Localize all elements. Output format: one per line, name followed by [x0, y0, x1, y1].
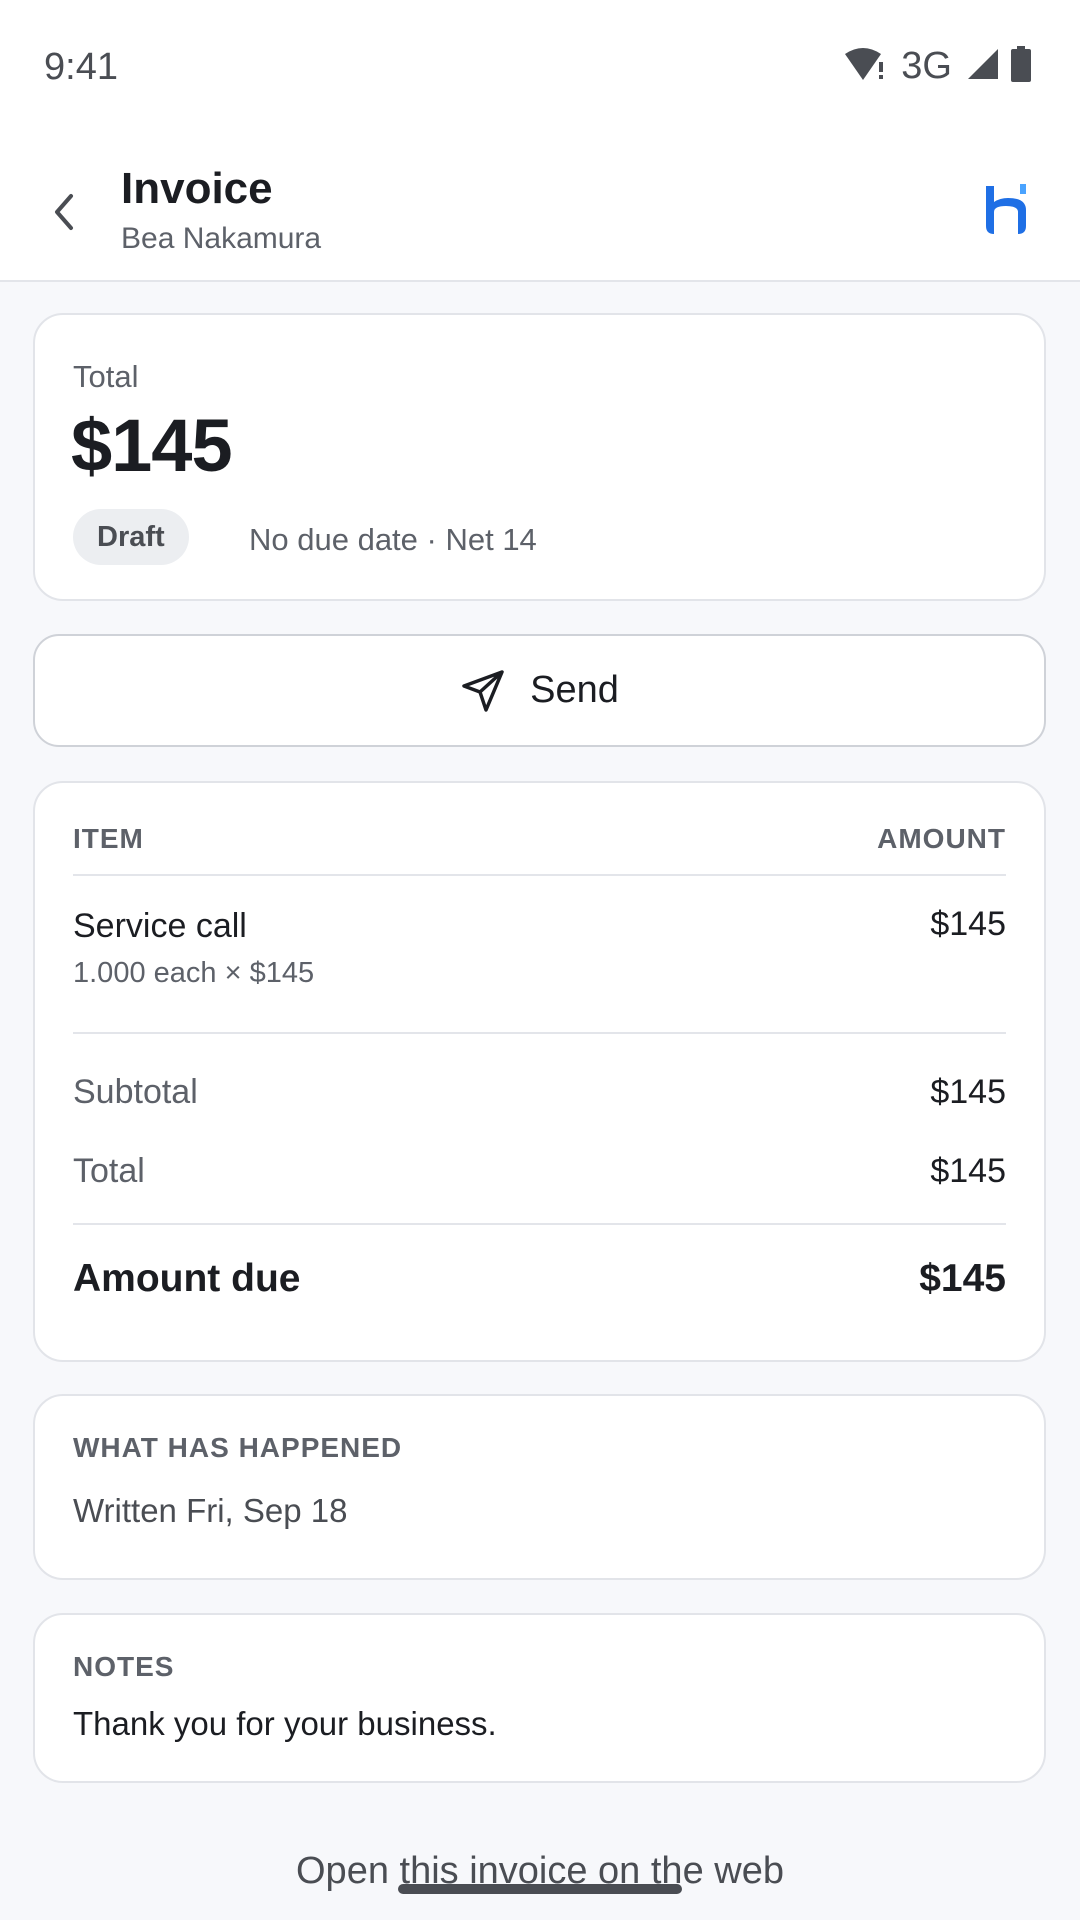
history-card: WHAT HAS HAPPENED Written Fri, Sep 18: [33, 1394, 1046, 1580]
line-items-card: ITEM AMOUNT Service call 1.000 each × $1…: [33, 781, 1046, 1362]
back-button[interactable]: [36, 184, 92, 240]
notes-text: Thank you for your business.: [73, 1705, 497, 1742]
network-type: 3G: [901, 44, 952, 87]
amount-due-label: Amount due: [73, 1257, 301, 1300]
divider: [73, 1223, 1006, 1225]
send-button-label: Send: [530, 669, 619, 711]
status-time: 9:41: [44, 46, 118, 88]
app-bar: Invoice Bea Nakamura: [0, 136, 1080, 282]
divider: [73, 1032, 1006, 1034]
total-label: Total: [73, 359, 139, 394]
cell-signal-icon: [966, 47, 1000, 86]
notes-card: NOTES Thank you for your business.: [33, 1613, 1046, 1783]
status-bar: 9:41 3G: [0, 0, 1080, 136]
page-title: Invoice: [121, 164, 273, 213]
chevron-left-icon: [55, 194, 73, 230]
customer-name: Bea Nakamura: [121, 222, 322, 255]
status-icons: 3G: [843, 44, 1032, 88]
amount-due-value: $145: [919, 1257, 1006, 1300]
battery-icon: [1010, 45, 1032, 87]
brand-logo-icon: [976, 180, 1036, 240]
total-amount: $145: [71, 404, 233, 487]
item-detail: 1.000 each × $145: [73, 957, 315, 989]
total-row-value: $145: [930, 1152, 1006, 1190]
divider: [73, 874, 1006, 876]
history-heading: WHAT HAS HAPPENED: [73, 1432, 403, 1463]
status-badge: Draft: [73, 509, 189, 565]
item-amount: $145: [930, 905, 1006, 943]
invoice-summary-card: Total $145 Draft No due date · Net 14: [33, 313, 1046, 601]
subtotal-value: $145: [930, 1073, 1006, 1111]
send-icon: [462, 669, 504, 712]
gesture-bar[interactable]: [398, 1884, 682, 1894]
due-date-text: No due date · Net 14: [249, 522, 537, 557]
subtotal-label: Subtotal: [73, 1073, 198, 1111]
item-name: Service call: [73, 907, 247, 945]
history-entry: Written Fri, Sep 18: [73, 1492, 348, 1529]
column-header-item: ITEM: [73, 823, 144, 854]
notes-heading: NOTES: [73, 1651, 175, 1682]
send-button[interactable]: Send: [33, 634, 1046, 747]
wifi-alert-icon: [843, 46, 887, 87]
column-header-amount: AMOUNT: [877, 823, 1006, 854]
total-row-label: Total: [73, 1152, 145, 1190]
